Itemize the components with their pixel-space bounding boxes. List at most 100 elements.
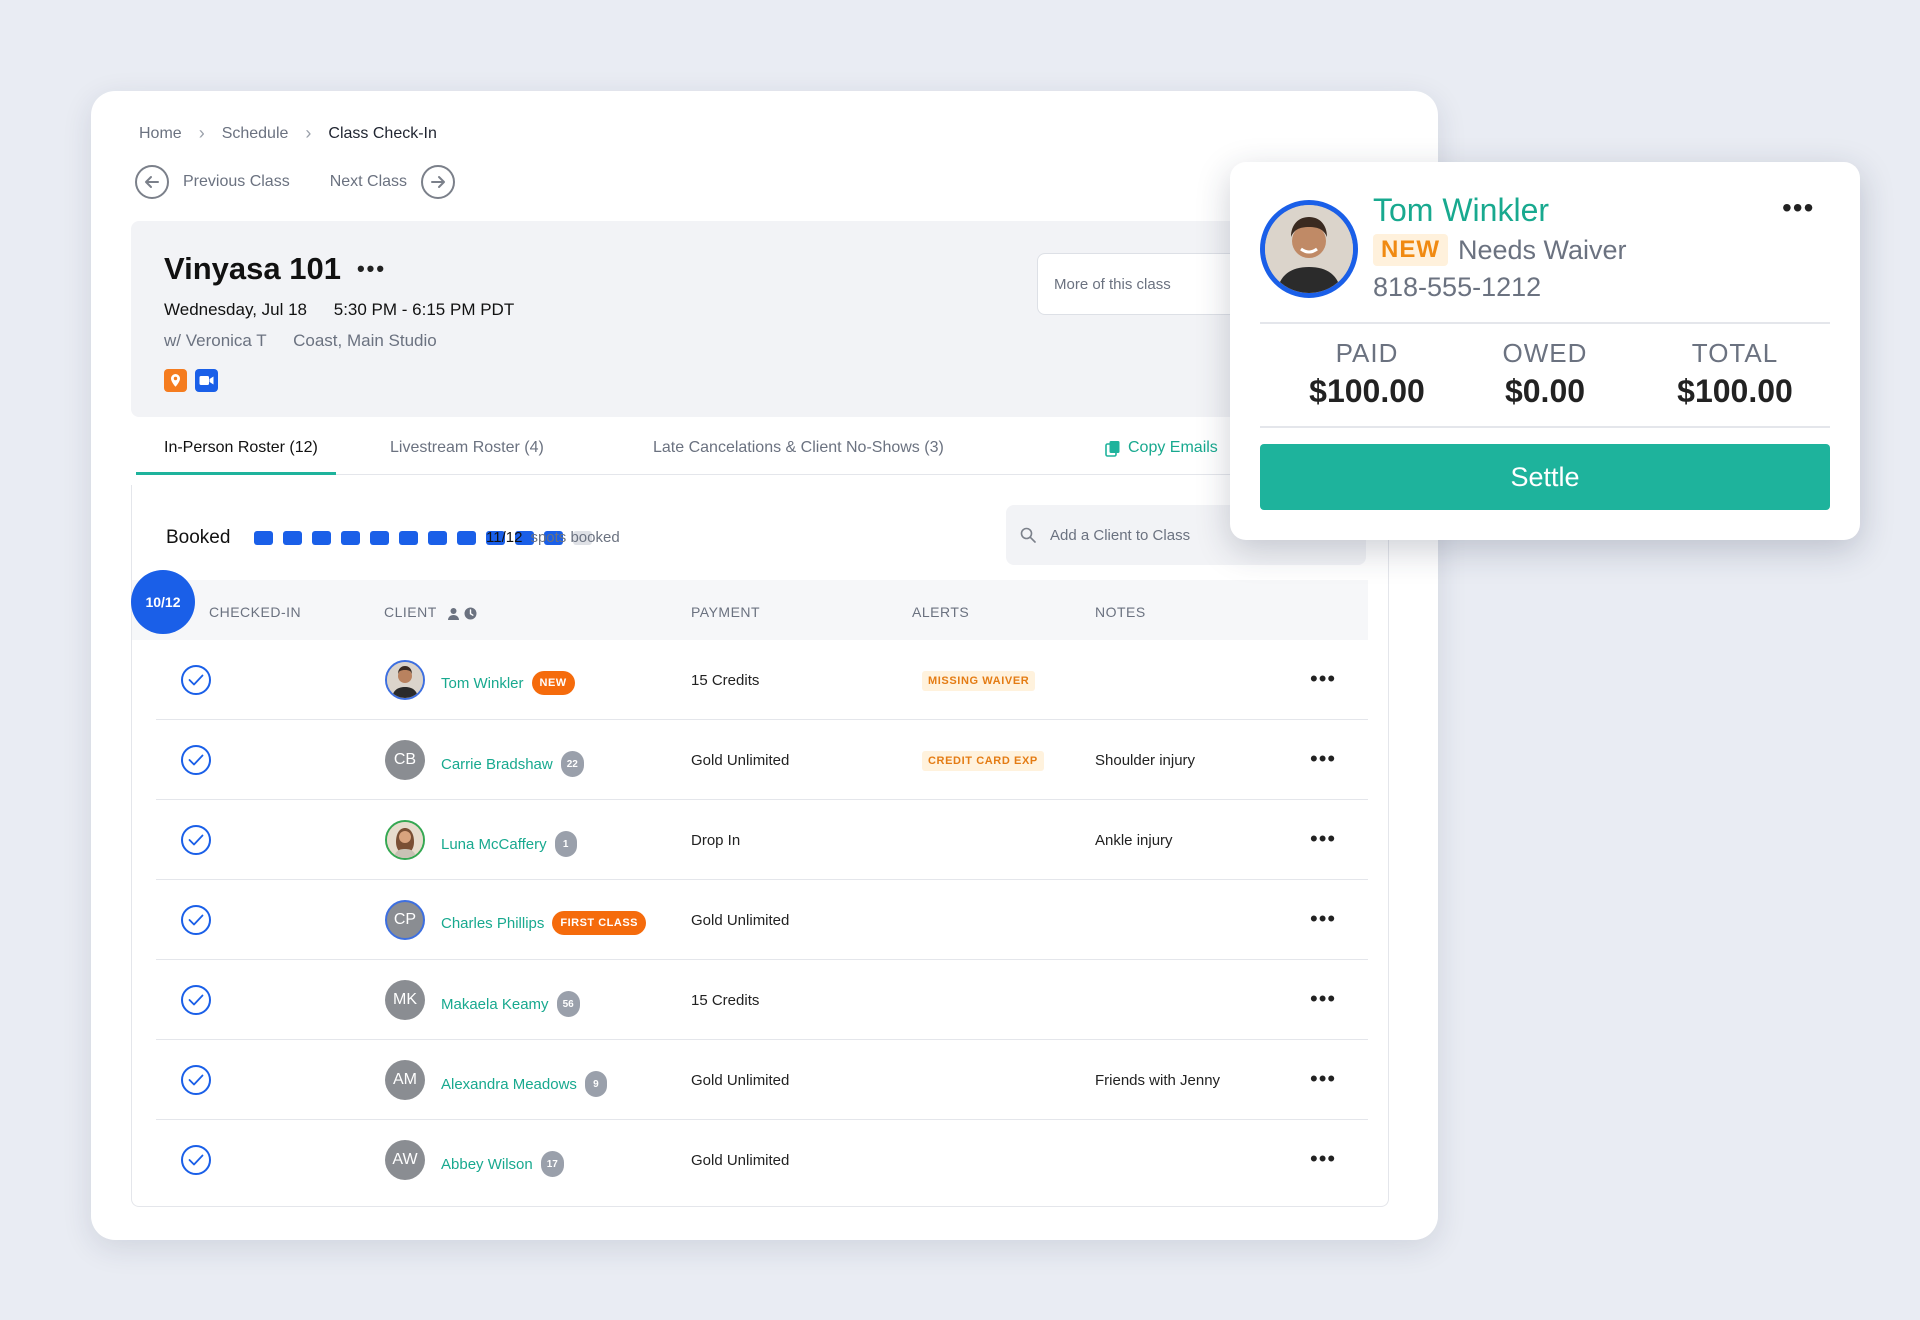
class-studio: Coast, Main Studio (293, 331, 437, 350)
tab-late-cancelations[interactable]: Late Cancelations & Client No-Shows (3) (653, 439, 944, 475)
tab-livestream-roster[interactable]: Livestream Roster (4) (390, 439, 544, 475)
booked-spot (341, 531, 360, 545)
tab-in-person-roster[interactable]: In-Person Roster (12) (136, 439, 336, 475)
popup-more-options-icon[interactable]: ••• (1782, 192, 1814, 224)
popup-waiver-status: Needs Waiver (1458, 234, 1627, 265)
class-location: w/ Veronica T Coast, Main Studio (164, 331, 437, 351)
popup-status: NEW Needs Waiver (1373, 234, 1627, 266)
client-name-link[interactable]: Tom Winkler (441, 675, 524, 692)
avatar[interactable]: CP (385, 900, 425, 940)
row-more-options-icon[interactable]: ••• (1310, 1146, 1336, 1172)
avatar[interactable]: CB (385, 740, 425, 780)
popup-divider (1260, 426, 1830, 428)
row-more-options-icon[interactable]: ••• (1310, 906, 1336, 932)
chevron-right-icon: › (198, 123, 205, 143)
popup-avatar (1260, 200, 1358, 298)
row-more-options-icon[interactable]: ••• (1310, 986, 1336, 1012)
table-row[interactable]: AW Abbey Wilson 17 Gold Unlimited ••• (156, 1120, 1368, 1200)
booked-spot (312, 531, 331, 545)
table-row[interactable]: Tom Winkler NEW 15 Credits MISSING WAIVE… (156, 640, 1368, 720)
payment-cell: 15 Credits (691, 992, 760, 1009)
visit-count-badge: 9 (584, 1071, 607, 1097)
arrow-left-icon[interactable] (135, 165, 169, 199)
avatar[interactable]: AW (385, 1140, 425, 1180)
breadcrumb-home[interactable]: Home (139, 125, 182, 143)
booked-spot (254, 531, 273, 545)
avatar[interactable]: AM (385, 1060, 425, 1100)
next-class-link[interactable]: Next Class (330, 173, 407, 191)
roster-tabs: In-Person Roster (12) Livestream Roster … (136, 439, 1316, 475)
client-name-cell: Abbey Wilson 17 (441, 1151, 564, 1177)
row-more-options-icon[interactable]: ••• (1310, 826, 1336, 852)
booked-spot (428, 531, 447, 545)
paid-summary: PAID $100.00 (1272, 338, 1462, 410)
copy-emails-label: Copy Emails (1128, 439, 1218, 456)
total-label: TOTAL (1691, 338, 1779, 368)
class-mode-icons (164, 369, 218, 392)
booked-spot (457, 531, 476, 545)
spots-label: spots booked (530, 529, 620, 546)
arrow-right-icon[interactable] (421, 165, 456, 199)
payment-cell: Gold Unlimited (691, 752, 790, 769)
row-more-options-icon[interactable]: ••• (1310, 746, 1336, 772)
copy-emails-button[interactable]: Copy Emails (1105, 439, 1218, 457)
copy-icon (1105, 440, 1120, 457)
class-instructor: w/ Veronica T (164, 331, 267, 350)
client-name-cell: Charles Phillips FIRST CLASS (441, 911, 646, 935)
client-name-link[interactable]: Charles Phillips (441, 915, 544, 932)
check-icon[interactable] (181, 745, 211, 775)
payment-cell: Drop In (691, 832, 741, 849)
note-cell: Shoulder injury (1095, 752, 1196, 769)
popup-phone: 818-555-1212 (1373, 272, 1542, 302)
class-datetime: Wednesday, Jul 18 5:30 PM - 6:15 PM PDT (164, 300, 514, 320)
table-row[interactable]: Luna McCaffery 1 Drop In Ankle injury ••… (156, 800, 1368, 880)
check-icon[interactable] (181, 985, 211, 1015)
client-name-link[interactable]: Abbey Wilson (441, 1156, 533, 1173)
avatar[interactable] (385, 660, 425, 700)
popup-client-name[interactable]: Tom Winkler (1373, 192, 1549, 229)
breadcrumb-schedule[interactable]: Schedule (222, 125, 289, 143)
booked-spot (370, 531, 389, 545)
class-title: Vinyasa 101 (164, 251, 341, 286)
check-icon[interactable] (181, 825, 211, 855)
table-row[interactable]: CB Carrie Bradshaw 22 Gold Unlimited CRE… (156, 720, 1368, 800)
location-pin-icon (164, 369, 187, 392)
check-icon[interactable] (181, 1065, 211, 1095)
more-options-icon[interactable]: ••• (357, 256, 386, 282)
alert-chip: CREDIT CARD EXP (922, 751, 1044, 771)
client-name-link[interactable]: Alexandra Meadows (441, 1076, 577, 1093)
settle-button[interactable]: Settle (1260, 444, 1830, 510)
previous-class-link[interactable]: Previous Class (183, 173, 290, 191)
client-quick-view-popup: Tom Winkler NEW Needs Waiver 818-555-121… (1230, 162, 1860, 540)
visit-count-badge: 17 (540, 1151, 564, 1177)
add-client-placeholder: Add a Client to Class (1050, 526, 1191, 544)
owed-summary: OWED $0.00 (1450, 338, 1640, 410)
client-name-link[interactable]: Carrie Bradshaw (441, 756, 553, 773)
breadcrumb: Home › Schedule › Class Check-In (139, 123, 437, 144)
table-row[interactable]: MK Makaela Keamy 56 15 Credits ••• (156, 960, 1368, 1040)
visit-count-badge: 56 (556, 991, 580, 1017)
table-row[interactable]: AM Alexandra Meadows 9 Gold Unlimited Fr… (156, 1040, 1368, 1120)
header-client[interactable]: CLIENT (384, 604, 477, 620)
roster-table-header: 10/12 CHECKED-IN CLIENT PAYMENT ALERTS N… (131, 570, 1368, 640)
booked-spot (399, 531, 418, 545)
class-navigation: Previous Class Next Class (135, 165, 456, 199)
check-icon[interactable] (181, 665, 211, 695)
payment-cell: 15 Credits (691, 672, 760, 689)
chevron-right-icon: › (305, 123, 312, 143)
table-row[interactable]: CP Charles Phillips FIRST CLASS Gold Unl… (156, 880, 1368, 960)
header-checked-in: CHECKED-IN (209, 604, 302, 620)
avatar[interactable] (385, 820, 425, 860)
booked-spot (283, 531, 302, 545)
client-name-link[interactable]: Makaela Keamy (441, 996, 549, 1013)
avatar[interactable]: MK (385, 980, 425, 1020)
check-icon[interactable] (181, 905, 211, 935)
row-more-options-icon[interactable]: ••• (1310, 666, 1336, 692)
note-cell: Ankle injury (1095, 832, 1173, 849)
total-value: $100.00 (1677, 373, 1793, 409)
spots-booked-text: 11/12 spots booked (486, 529, 620, 546)
client-name-cell: Makaela Keamy 56 (441, 991, 580, 1017)
row-more-options-icon[interactable]: ••• (1310, 1066, 1336, 1092)
client-name-link[interactable]: Luna McCaffery (441, 836, 547, 853)
check-icon[interactable] (181, 1145, 211, 1175)
